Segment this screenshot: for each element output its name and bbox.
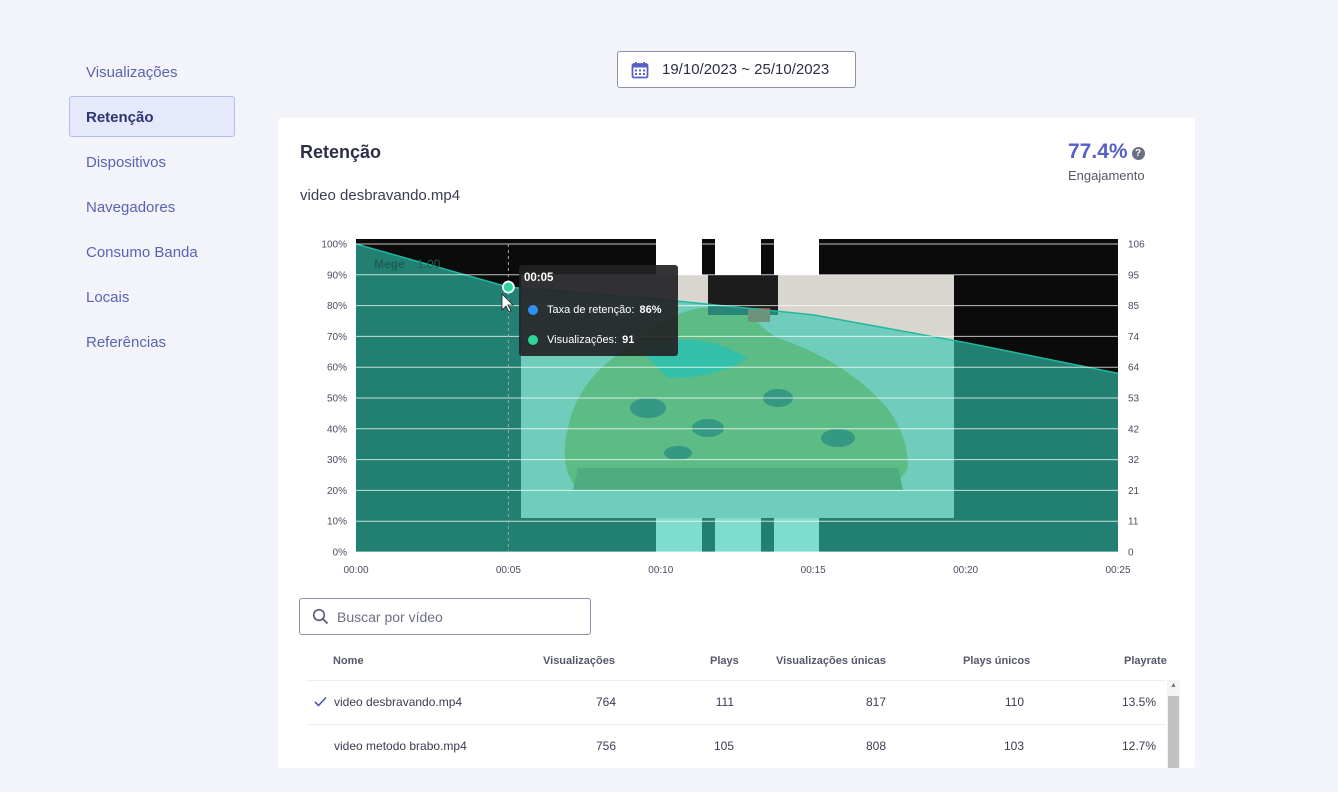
retention-chart: 100% 90% 80% 70% 60% 50% 40% 30% 20% 10% 0% 106 95 8… <box>321 239 1145 576</box>
engagement-metric: 77.4%? Engajamento <box>1068 140 1168 183</box>
x-tick-label: 00:25 <box>1105 565 1130 576</box>
sidebar-item-visualizacoes[interactable]: Visualizações <box>69 51 235 92</box>
video-name: video desbravando.mp4 <box>300 187 461 204</box>
y-left-tick-label: 70% <box>327 332 347 343</box>
column-header-nome[interactable]: Nome <box>333 655 364 667</box>
x-tick-label: 00:05 <box>496 565 521 576</box>
search-input[interactable] <box>337 608 567 625</box>
x-tick-label: 00:00 <box>343 565 368 576</box>
scrollbar-thumb[interactable] <box>1168 696 1179 768</box>
row-views: 764 <box>595 695 616 709</box>
check-icon <box>314 696 327 707</box>
row-playrate: 13.5% <box>1121 695 1156 709</box>
help-icon[interactable]: ? <box>1131 147 1145 160</box>
row-plays: 111 <box>715 695 734 709</box>
search-icon <box>312 608 329 625</box>
sidebar-item-navegadores[interactable]: Navegadores <box>69 186 235 227</box>
y-left-tick-label: 90% <box>327 270 347 281</box>
video-speed: 1.00 <box>417 257 441 271</box>
y-right-tick-label: 95 <box>1128 270 1140 281</box>
chart-tooltip: 00:05 Taxa de retenção: 86% Visualizaçõe… <box>519 265 678 356</box>
y-right-tick-label: 53 <box>1128 394 1140 405</box>
row-name: video metodo brabo.mp4 <box>334 739 467 753</box>
y-left-tick-label: 10% <box>327 517 347 528</box>
tooltip-retention-row: Taxa de retenção: 86% <box>528 304 661 316</box>
tooltip-retention-label: Taxa de retenção: <box>547 304 635 316</box>
hover-point[interactable] <box>501 280 515 294</box>
engagement-label: Engajamento <box>1068 168 1145 183</box>
scroll-up-arrow-icon[interactable]: ▲ <box>1170 682 1177 689</box>
row-playrate: 12.7% <box>1121 739 1156 753</box>
sidebar-item-dispositivos[interactable]: Dispositivos <box>69 141 235 182</box>
x-tick-label: 00:10 <box>648 565 673 576</box>
tooltip-retention-value: 86% <box>639 304 662 316</box>
y-left-tick-label: 50% <box>327 394 347 405</box>
video-watermark: Mege <box>374 257 405 271</box>
row-unique-plays: 103 <box>1003 739 1024 753</box>
sidebar: Visualizações Retenção Dispositivos Nave… <box>69 51 235 366</box>
card-title: Retenção <box>300 142 382 162</box>
date-range-picker[interactable]: 19/10/2023 ~ 25/10/2023 <box>617 51 856 88</box>
row-unique-views: 808 <box>865 739 886 753</box>
row-views: 756 <box>595 739 616 753</box>
y-left-tick-label: 100% <box>321 240 347 251</box>
y-left-tick-label: 40% <box>327 424 347 435</box>
retention-dot-icon <box>528 305 538 315</box>
y-left-tick-label: 80% <box>327 301 347 312</box>
y-right-tick-label: 64 <box>1128 363 1140 374</box>
y-left-tick-label: 20% <box>327 486 347 497</box>
sidebar-item-locais[interactable]: Locais <box>69 276 235 317</box>
tooltip-views-row: Visualizações: 91 <box>528 334 634 346</box>
row-unique-views: 817 <box>865 695 886 709</box>
row-plays: 105 <box>713 739 734 753</box>
column-header-plays[interactable]: Plays <box>710 655 739 667</box>
sidebar-item-consumo-banda[interactable]: Consumo Banda <box>69 231 235 272</box>
y-right-tick-label: 85 <box>1128 301 1140 312</box>
column-header-visualizacoes[interactable]: Visualizações <box>543 655 615 667</box>
column-header-plays-unicos[interactable]: Plays únicos <box>963 655 1030 667</box>
search-box[interactable] <box>299 598 591 635</box>
table-row[interactable]: video desbravando.mp4 764 111 817 110 13… <box>306 680 1166 724</box>
y-left-tick-label: 30% <box>327 455 347 466</box>
sidebar-item-retencao[interactable]: Retenção <box>69 96 235 137</box>
x-tick-label: 00:20 <box>953 565 978 576</box>
tooltip-views-label: Visualizações: <box>547 334 618 346</box>
views-dot-icon <box>528 335 538 345</box>
x-axis-labels: 00:00 00:05 00:10 00:15 00:20 00:25 <box>343 565 1130 576</box>
y-right-tick-label: 0 <box>1128 548 1134 559</box>
y-right-tick-label: 42 <box>1128 424 1140 435</box>
tooltip-time: 00:05 <box>524 272 554 284</box>
column-header-visualizacoes-unicas[interactable]: Visualizações únicas <box>776 655 886 667</box>
y-right-tick-label: 74 <box>1128 332 1140 343</box>
row-unique-plays: 110 <box>1004 695 1024 709</box>
engagement-value: 77.4% <box>1068 140 1128 163</box>
y-right-tick-label: 32 <box>1128 455 1140 466</box>
row-name: video desbravando.mp4 <box>334 695 463 709</box>
tooltip-views-value: 91 <box>622 334 635 346</box>
x-tick-label: 00:15 <box>801 565 826 576</box>
y-axis-right-labels: 106 95 85 74 64 53 42 32 21 11 0 <box>1128 240 1145 559</box>
y-right-tick-label: 11 <box>1128 517 1139 528</box>
table-row[interactable]: video metodo brabo.mp4 756 105 808 103 1… <box>306 724 1166 768</box>
sidebar-item-referencias[interactable]: Referências <box>69 321 235 362</box>
retention-card: Retenção video desbravando.mp4 77.4%? En… <box>278 118 1195 768</box>
table-scrollbar[interactable]: ▲ <box>1167 680 1180 768</box>
y-right-tick-label: 106 <box>1128 240 1145 251</box>
y-right-tick-label: 21 <box>1128 486 1140 497</box>
y-axis-left-labels: 100% 90% 80% 70% 60% 50% 40% 30% 20% 10% 0% <box>321 240 347 559</box>
date-range-text: 19/10/2023 ~ 25/10/2023 <box>662 61 830 78</box>
calendar-icon <box>631 61 649 78</box>
y-left-tick-label: 60% <box>327 363 347 374</box>
y-left-tick-label: 0% <box>333 548 348 559</box>
column-header-playrate[interactable]: Playrate <box>1124 655 1167 667</box>
